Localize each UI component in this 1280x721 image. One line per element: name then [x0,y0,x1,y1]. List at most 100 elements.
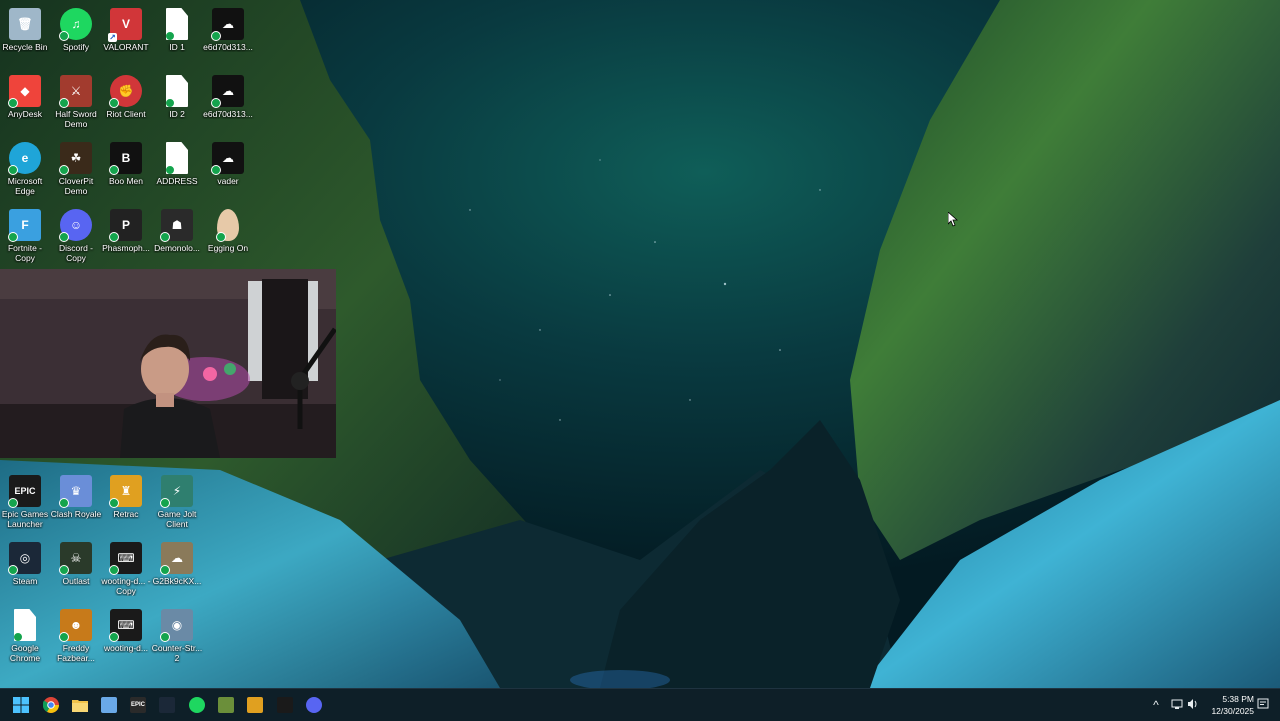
anydesk-icon: ◆ [8,75,41,108]
clock-time: 5:38 PM [1222,694,1254,704]
desktop-icon-label: Steam [12,576,38,586]
desktop-icon-label: Riot Client [106,109,146,119]
desktop-icon-label: Microsoft Edge [7,176,43,196]
text-file-icon [14,609,36,641]
phasmophobia-icon: P [109,209,142,242]
desktop-icon[interactable]: ☁ vader [203,137,253,199]
shortcut-arrow-icon: ↗ [108,32,117,42]
discord-taskbar-button[interactable] [303,694,325,716]
desktop-icon[interactable]: e Microsoft Edge [0,137,50,199]
edge-icon: e [8,142,41,175]
desktop-icon[interactable]: B Boo Men [101,137,151,199]
clock-date: 12/30/2025 [1211,706,1254,716]
desktop-icon-label: ADDRESS [156,176,198,186]
app-taskbar-button[interactable] [98,694,120,716]
steam-icon: ◎ [8,542,41,575]
desktop-icon[interactable]: 🗑 Recycle Bin [0,3,50,65]
desktop-icon[interactable]: ♜ Retrac [101,470,151,532]
desktop-icon-label: e6d70d313... [203,42,253,52]
desktop-icon-label: Epic Games Launcher [1,509,49,529]
desktop-icon-label: Counter-Str... 2 [151,643,203,663]
desktop-icon[interactable]: ID 2 [152,70,202,132]
sync-status-icon [109,498,119,508]
network-icon[interactable] [1170,698,1184,712]
desktop-icon[interactable]: ☁ G2Bk9cKX... [152,537,202,599]
desktop-icon[interactable]: ◉ Counter-Str... 2 [152,604,202,666]
desktop-icon[interactable]: ☗ Demonolo... [152,204,202,266]
desktop-icon-label: Freddy Fazbear... [57,643,95,663]
desktop-icon-label: CloverPit Demo [58,176,94,196]
notifications-button[interactable] [1256,698,1270,712]
file-explorer-taskbar-icon [72,697,88,713]
app-taskbar-icon [101,697,117,713]
desktop-icon[interactable]: ☘ CloverPit Demo [51,137,101,199]
system-clock[interactable]: 5:38 PM 12/30/2025 [1204,693,1254,717]
riot-client-icon: ✊ [109,75,142,108]
text-file-icon [166,8,188,40]
desktop-icon[interactable]: ☁ e6d70d313... [203,70,253,132]
desktop-icon[interactable]: ✊ Riot Client [101,70,151,132]
spotify-taskbar-button[interactable] [186,694,208,716]
minecraft-taskbar-icon [218,697,234,713]
desktop-icon[interactable]: ⌨ wooting-d... [101,604,151,666]
image-file-icon: ☁ [211,142,244,175]
desktop-icon[interactable]: ☺ Discord - Copy [51,204,101,266]
desktop-icon[interactable]: P Phasmoph... [101,204,151,266]
desktop-icon[interactable]: Google Chrome [0,604,50,666]
epic-games-taskbar-icon: EPIC [130,697,146,713]
desktop-icon[interactable]: ⚔ Half Sword Demo [51,70,101,132]
image-file-icon: ☁ [211,75,244,108]
desktop-icon[interactable]: ADDRESS [152,137,202,199]
sync-status-icon [14,632,23,641]
desktop-icon[interactable]: ♫ Spotify [51,3,101,65]
webcam-video-feed [0,269,336,458]
sync-status-icon [59,498,69,508]
fortnite-icon: F [8,209,41,242]
sync-status-icon [216,232,226,242]
sync-status-icon [109,98,119,108]
desktop-icon[interactable]: ♛ Clash Royale [51,470,101,532]
desktop-icon[interactable]: ◆ AnyDesk [0,70,50,132]
text-file-icon [166,142,188,174]
steam-taskbar-button[interactable] [156,694,178,716]
desktop-icon[interactable]: Egging On [203,204,253,266]
chrome-taskbar-button[interactable] [40,694,62,716]
wooting-taskbar-button[interactable] [274,694,296,716]
desktop-icon[interactable]: EPIC Epic Games Launcher [0,470,50,532]
epic-games-icon: EPIC [8,475,41,508]
text-file-icon [166,75,188,107]
sync-status-icon [59,98,69,108]
sync-status-icon [109,632,119,642]
desktop-icon[interactable]: ☠ Outlast [51,537,101,599]
desktop-icon-label: Outlast [62,576,90,586]
start-button[interactable] [10,694,32,716]
sync-status-icon [160,232,170,242]
desktop-icon[interactable]: ⚡ Game Jolt Client [152,470,202,532]
file-explorer-taskbar-button[interactable] [69,694,91,716]
minecraft-taskbar-button[interactable] [215,694,237,716]
desktop-icon-label: Clash Royale [50,509,102,519]
volume-icon[interactable] [1186,698,1200,712]
retrac-taskbar-button[interactable] [244,694,266,716]
boo-men-icon: B [109,142,142,175]
half-sword-icon: ⚔ [59,75,92,108]
desktop-icon-label: vader [217,176,239,186]
epic-games-taskbar-button[interactable]: EPIC [127,694,149,716]
desktop-icon[interactable]: ⌨ wooting-d... - Copy [101,537,151,599]
desktop-icon[interactable]: ◎ Steam [0,537,50,599]
desktop-icon[interactable]: ID 1 [152,3,202,65]
desktop-icon[interactable]: V ↗ VALORANT [101,3,151,65]
clash-royale-icon: ♛ [59,475,92,508]
counter-strike-icon: ◉ [160,609,193,642]
steam-taskbar-icon [159,697,175,713]
sync-status-icon [166,165,175,174]
sync-status-icon [8,232,18,242]
sync-status-icon [211,165,221,175]
desktop-icon[interactable]: ☻ Freddy Fazbear... [51,604,101,666]
show-hidden-icons-button[interactable]: ^ [1150,698,1162,712]
desktop-icon[interactable]: F Fortnite - Copy [0,204,50,266]
desktop-icon[interactable]: ☁ e6d70d313... [203,3,253,65]
image-file-icon: ☁ [211,8,244,41]
desktop-icon-label: G2Bk9cKX... [152,576,202,586]
sync-status-icon [8,565,18,575]
